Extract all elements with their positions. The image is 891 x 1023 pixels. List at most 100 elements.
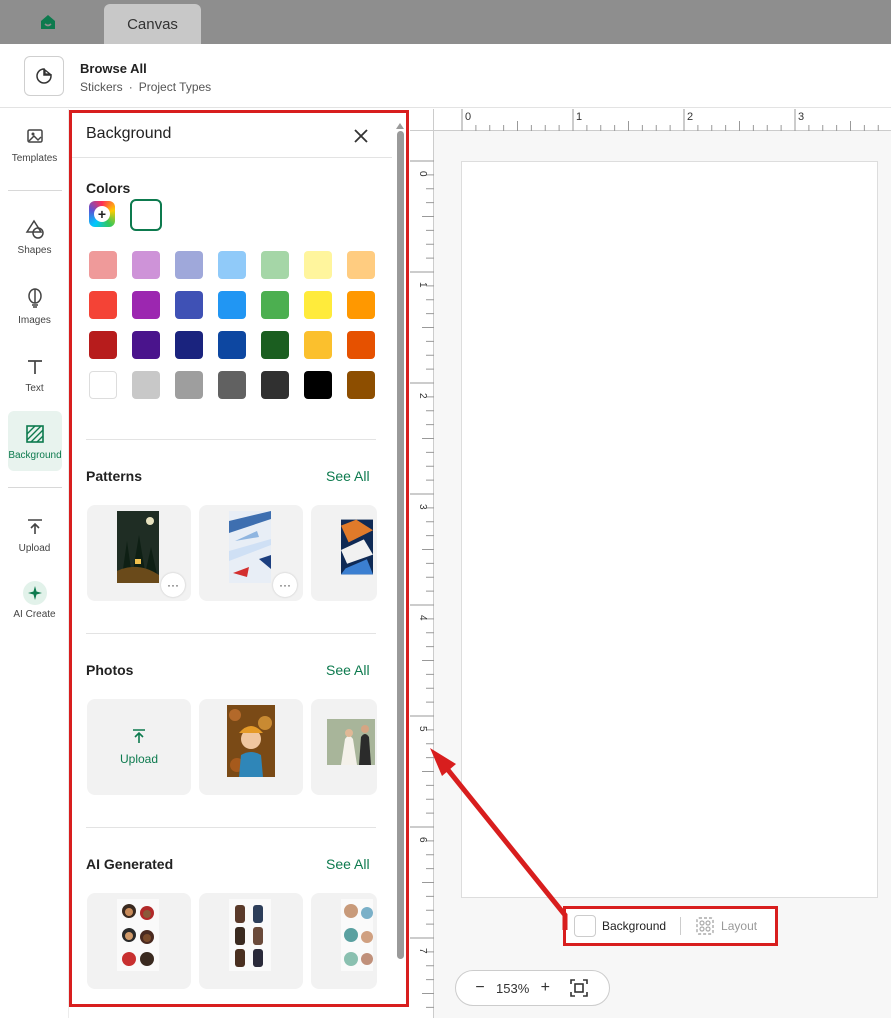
pattern-thumbnail-forest xyxy=(117,511,159,583)
color-swatch[interactable] xyxy=(175,251,203,279)
scrollbar-thumb[interactable] xyxy=(397,131,404,959)
breadcrumb-project-types[interactable]: Project Types xyxy=(139,80,211,94)
more-options-button[interactable]: ··· xyxy=(161,573,185,597)
ai-generated-see-all-link[interactable]: See All xyxy=(326,856,370,872)
color-swatch[interactable] xyxy=(304,291,332,319)
color-swatch[interactable] xyxy=(261,251,289,279)
color-swatch[interactable] xyxy=(261,291,289,319)
selected-color-swatch[interactable] xyxy=(130,199,162,231)
rail-item-ai-create[interactable]: AI Create xyxy=(0,581,69,620)
color-swatch[interactable] xyxy=(132,331,160,359)
color-swatch[interactable] xyxy=(175,371,203,399)
images-icon xyxy=(23,287,47,311)
color-swatch[interactable] xyxy=(218,291,246,319)
color-swatch[interactable] xyxy=(347,291,375,319)
close-button[interactable] xyxy=(350,125,372,147)
color-swatch[interactable] xyxy=(261,331,289,359)
photo-card[interactable] xyxy=(311,699,377,795)
layout-button[interactable]: Layout xyxy=(695,916,757,936)
fit-to-screen-button[interactable] xyxy=(567,976,591,1000)
photos-see-all-link[interactable]: See All xyxy=(326,662,370,678)
breadcrumb-stickers[interactable]: Stickers xyxy=(80,80,123,94)
rail-divider xyxy=(8,487,62,488)
ai-generated-card[interactable] xyxy=(311,893,377,989)
color-swatch[interactable] xyxy=(218,331,246,359)
tab-canvas[interactable]: Canvas xyxy=(104,4,201,44)
plus-icon: + xyxy=(94,206,110,222)
rail-item-upload[interactable]: Upload xyxy=(0,515,69,554)
tab-bar: Canvas xyxy=(0,0,891,44)
pattern-thumbnail-abstract xyxy=(341,519,373,575)
colors-heading: Colors xyxy=(86,180,131,196)
zoom-out-button[interactable]: − xyxy=(468,976,492,1000)
rail-divider xyxy=(8,190,62,191)
color-swatch[interactable] xyxy=(132,371,160,399)
color-swatch[interactable] xyxy=(347,251,375,279)
ruler-label: 2 xyxy=(417,393,428,399)
zoom-control: − 153% + xyxy=(455,970,610,1006)
color-swatch[interactable] xyxy=(132,251,160,279)
home-button[interactable] xyxy=(0,0,96,44)
fit-screen-icon xyxy=(570,979,589,997)
rail-item-images[interactable]: Images xyxy=(0,287,69,326)
ai-generated-card[interactable] xyxy=(87,893,191,989)
ai-thumbnail-sticker-faces xyxy=(117,899,159,971)
rail-label-text: Text xyxy=(25,383,44,394)
home-icon xyxy=(41,15,55,29)
color-swatch[interactable] xyxy=(218,251,246,279)
sticker-icon xyxy=(36,68,52,84)
background-panel: Background Colors + Patterns See All ··· xyxy=(69,110,409,1007)
scroll-up-arrow[interactable] xyxy=(396,123,404,129)
patterns-see-all-link[interactable]: See All xyxy=(326,468,370,484)
pattern-card[interactable]: ··· xyxy=(87,505,191,601)
color-swatch[interactable] xyxy=(89,371,117,399)
color-swatch[interactable] xyxy=(89,251,117,279)
color-swatch[interactable] xyxy=(304,371,332,399)
browse-all-button[interactable] xyxy=(24,56,64,96)
templates-icon xyxy=(23,125,47,149)
color-swatch[interactable] xyxy=(218,371,246,399)
header: Browse All Stickers · Project Types xyxy=(0,44,891,108)
ruler-label: 1 xyxy=(576,111,582,123)
text-icon xyxy=(23,355,47,379)
rail-item-shapes[interactable]: Shapes xyxy=(0,217,69,256)
ruler-label: 4 xyxy=(417,615,428,621)
ai-generated-card[interactable] xyxy=(199,893,303,989)
color-swatch[interactable] xyxy=(175,331,203,359)
panel-title: Background xyxy=(86,125,172,142)
more-options-button[interactable]: ··· xyxy=(273,573,297,597)
patterns-heading: Patterns xyxy=(86,468,143,484)
photo-card[interactable] xyxy=(199,699,303,795)
zoom-in-button[interactable]: + xyxy=(533,976,557,1000)
color-swatch[interactable] xyxy=(304,331,332,359)
color-swatch[interactable] xyxy=(261,371,289,399)
layout-icon xyxy=(696,917,714,935)
ai-thumbnail-sticker-group xyxy=(341,899,373,971)
rail-item-text[interactable]: Text xyxy=(0,355,69,394)
browse-all-title[interactable]: Browse All xyxy=(80,61,147,76)
color-swatch[interactable] xyxy=(132,291,160,319)
background-icon xyxy=(23,422,47,446)
color-swatch[interactable] xyxy=(347,331,375,359)
pattern-card[interactable]: ··· xyxy=(199,505,303,601)
color-swatch[interactable] xyxy=(175,291,203,319)
color-swatch[interactable] xyxy=(89,291,117,319)
layout-button-label: Layout xyxy=(721,919,758,933)
rail-item-background[interactable]: Background xyxy=(8,411,62,471)
pattern-card[interactable] xyxy=(311,505,377,601)
ruler-horizontal: 0 1 2 3 xyxy=(434,109,891,131)
color-swatch[interactable] xyxy=(347,371,375,399)
section-divider xyxy=(86,633,376,634)
color-swatch[interactable] xyxy=(89,331,117,359)
upload-photo-card[interactable]: Upload xyxy=(87,699,191,795)
upload-label: Upload xyxy=(119,752,159,766)
panel-scrollbar[interactable] xyxy=(396,123,404,1003)
add-custom-color-button[interactable]: + xyxy=(89,201,115,227)
rail-label-shapes: Shapes xyxy=(17,245,52,256)
ruler-corner xyxy=(410,109,434,131)
zoom-level: 153% xyxy=(496,980,530,996)
ai-thumbnail-sticker-couples xyxy=(229,899,271,971)
rail-item-templates[interactable]: Templates xyxy=(0,125,69,164)
color-swatch[interactable] xyxy=(304,251,332,279)
ai-generated-heading: AI Generated xyxy=(86,856,174,872)
